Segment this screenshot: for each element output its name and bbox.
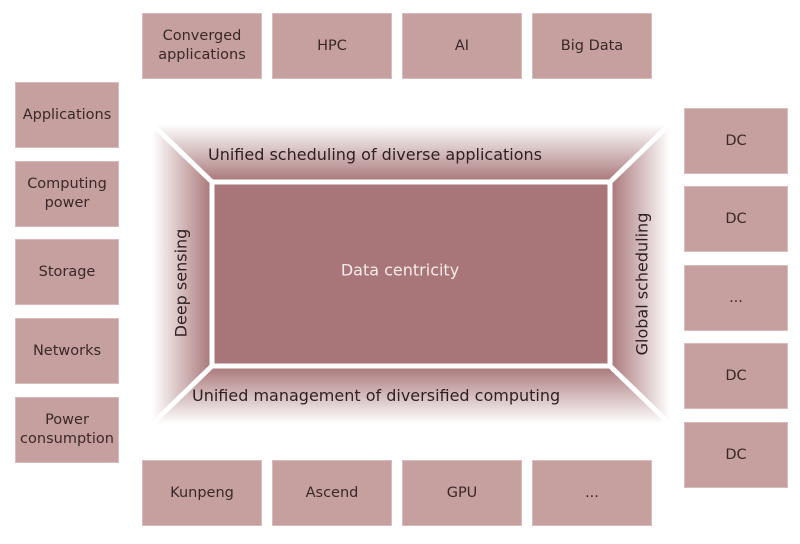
box-label: Ascend — [305, 484, 359, 501]
box-label: Computing power — [27, 176, 107, 211]
box-label: ... — [729, 289, 743, 306]
frame-bottom-label: Unified management of diversified comput… — [192, 386, 561, 405]
box-gpu: GPU — [402, 460, 522, 526]
box-label: Big Data — [560, 37, 624, 54]
box-label: Storage — [38, 263, 96, 280]
frame-top-label: Unified scheduling of diverse applicatio… — [208, 145, 543, 164]
box-ai: AI — [402, 13, 522, 79]
box-computing-power: Computing power — [15, 161, 119, 227]
box-converged-applications: Converged applications — [142, 13, 262, 79]
box-label: DC — [725, 446, 747, 463]
box-networks: Networks — [15, 318, 119, 384]
box-dc-ellipsis: ... — [684, 265, 788, 331]
box-applications: Applications — [15, 82, 119, 148]
box-ellipsis: ... — [532, 460, 652, 526]
box-dc-3: DC — [684, 343, 788, 409]
box-label: DC — [725, 210, 747, 227]
box-hpc: HPC — [272, 13, 392, 79]
box-label: DC — [725, 132, 747, 149]
box-label: Power consumption — [20, 412, 114, 447]
box-label: ... — [585, 484, 599, 501]
box-label: DC — [725, 367, 747, 384]
box-dc-1: DC — [684, 108, 788, 174]
box-label: Applications — [22, 106, 112, 123]
box-dc-4: DC — [684, 422, 788, 488]
box-label: Converged applications — [158, 28, 246, 63]
box-storage: Storage — [15, 239, 119, 305]
box-label: GPU — [446, 484, 478, 501]
frame-right-label: Global scheduling — [632, 212, 652, 356]
box-label: AI — [454, 37, 470, 54]
box-label: HPC — [317, 37, 347, 54]
box-label: Networks — [32, 342, 102, 359]
frame-left-label: Deep sensing — [171, 228, 191, 338]
box-ascend: Ascend — [272, 460, 392, 526]
box-power-consumption: Power consumption — [15, 397, 119, 463]
box-label: Kunpeng — [170, 484, 234, 501]
box-kunpeng: Kunpeng — [142, 460, 262, 526]
box-big-data: Big Data — [532, 13, 652, 79]
center-label: Data centricity — [340, 260, 460, 280]
box-dc-2: DC — [684, 186, 788, 252]
